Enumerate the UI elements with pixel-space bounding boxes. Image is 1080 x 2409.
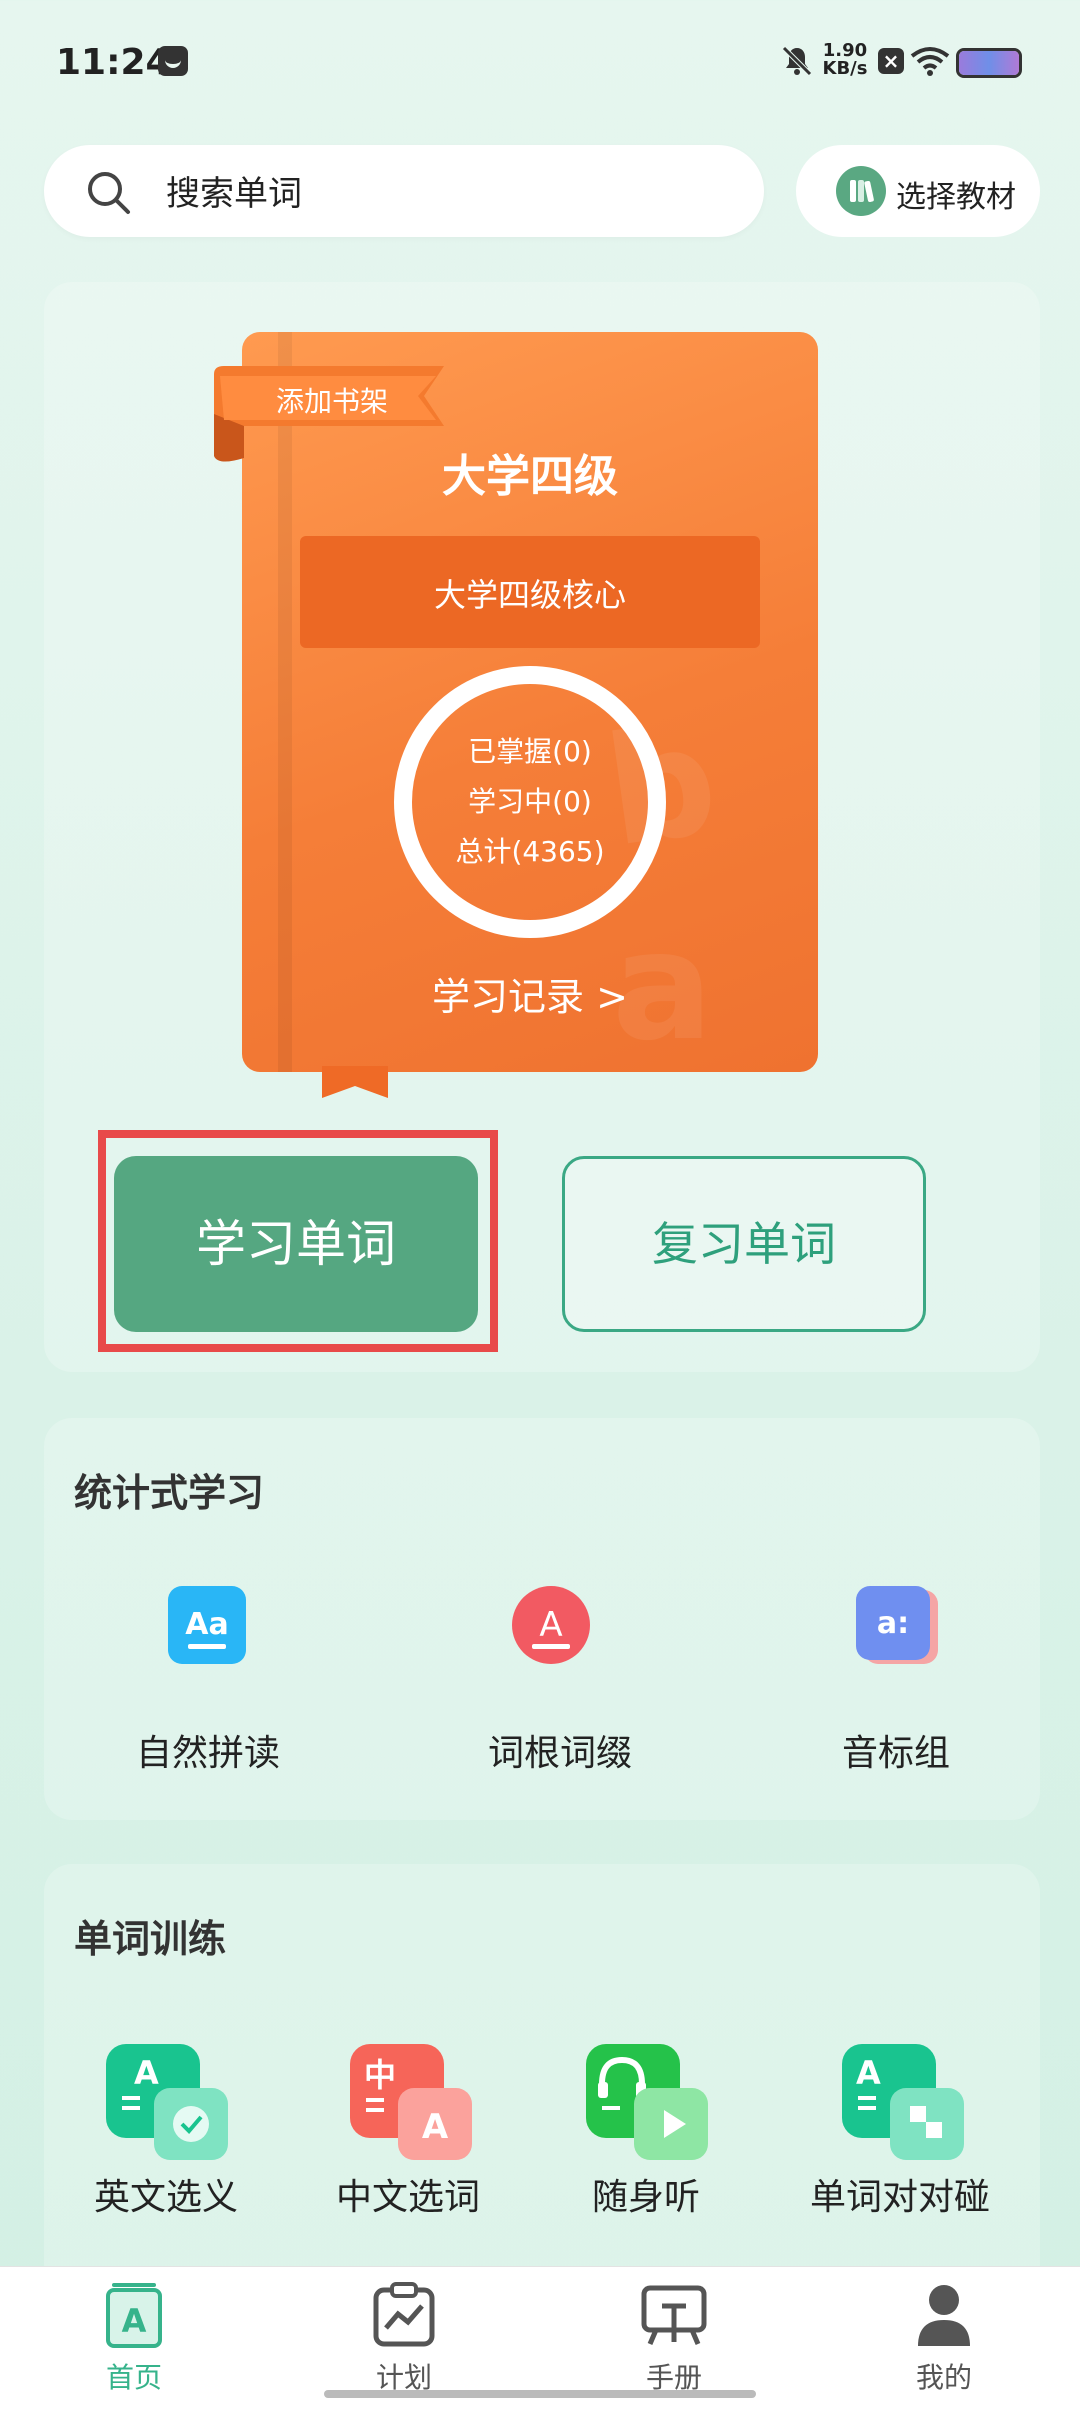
plan-icon[interactable]: [372, 2282, 436, 2348]
training-word-match[interactable]: 单词对对碰: [750, 2168, 1050, 2220]
root-a-icon[interactable]: A: [512, 1586, 590, 1664]
bookmark-ribbon-icon: [322, 1066, 388, 1098]
match-icon[interactable]: A: [842, 2044, 964, 2160]
svg-text:A: A: [422, 2107, 449, 2147]
profile-icon[interactable]: [916, 2282, 972, 2348]
wifi-icon: [910, 47, 950, 76]
study-record-link[interactable]: 学习记录 >: [242, 966, 818, 1021]
books-icon: [836, 166, 886, 216]
search-icon: [88, 172, 130, 214]
english-choice-icon[interactable]: A: [106, 2044, 228, 2160]
review-words-button[interactable]: 复习单词: [562, 1156, 926, 1332]
headphones-icon[interactable]: [586, 2044, 708, 2160]
bell-muted-icon: [782, 46, 812, 76]
calendar-notification-icon: [158, 46, 188, 76]
phonetic-icon[interactable]: a:: [856, 1586, 938, 1664]
search-input[interactable]: [44, 145, 764, 237]
book-subtitle: 大学四级核心: [433, 576, 626, 614]
total-count: 总计(4365): [455, 835, 605, 868]
feature-roots-affixes[interactable]: 词根词缀: [410, 1724, 710, 1776]
svg-text:A: A: [856, 2054, 881, 2092]
stats-section-title: 统计式学习: [74, 1471, 265, 1515]
svg-text:A: A: [134, 2054, 159, 2092]
gesture-bar[interactable]: [324, 2390, 756, 2398]
aa-icon[interactable]: Aa: [168, 1586, 246, 1664]
learn-words-button[interactable]: 学习单词: [114, 1156, 478, 1332]
search-placeholder: 搜索单词: [166, 174, 302, 214]
feature-phonics[interactable]: 自然拼读: [58, 1724, 358, 1776]
feature-phonetic-groups[interactable]: 音标组: [746, 1724, 1046, 1776]
status-time: 11:24: [56, 42, 171, 83]
add-shelf-tag[interactable]: 添加书架: [276, 380, 388, 420]
learning-count: 学习中(0): [468, 785, 592, 818]
svg-text:Aa: Aa: [185, 1607, 228, 1642]
net-speed: 1.90 KB/s: [822, 42, 868, 78]
training-section-title: 单词训练: [74, 1917, 227, 1961]
chinese-choice-icon[interactable]: 中 A: [350, 2044, 472, 2160]
nav-profile[interactable]: 我的: [844, 2356, 1044, 2396]
battery-icon: [956, 48, 1022, 78]
close-box-icon: ×: [878, 48, 904, 74]
nav-home[interactable]: 首页: [34, 2356, 234, 2396]
manual-icon[interactable]: [640, 2282, 708, 2348]
net-speed-unit: KB/s: [822, 58, 868, 79]
svg-text:A: A: [122, 2302, 147, 2340]
svg-text:中: 中: [364, 2056, 396, 2094]
book-title: 大学四级: [442, 451, 618, 502]
mastered-count: 已掌握(0): [468, 735, 592, 768]
select-textbook-label: 选择教材: [896, 180, 1016, 215]
svg-text:a:: a:: [877, 1606, 909, 1641]
svg-text:A: A: [539, 1605, 562, 1645]
home-a-icon[interactable]: A: [106, 2282, 162, 2348]
